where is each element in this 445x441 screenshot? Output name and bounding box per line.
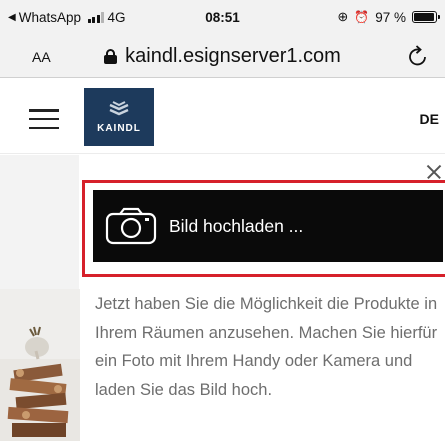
- url-field[interactable]: kaindl.esignserver1.com: [0, 45, 445, 68]
- browser-address-bar: AA kaindl.esignserver1.com: [0, 36, 445, 78]
- logo[interactable]: KAINDL: [84, 88, 154, 146]
- close-icon[interactable]: [425, 164, 441, 180]
- site-header: KAINDL DE: [0, 78, 445, 154]
- upload-description: Jetzt haben Sie die Möglichkeit die Prod…: [95, 295, 438, 399]
- battery-percent: 97 %: [375, 9, 406, 25]
- language-switch[interactable]: DE: [420, 111, 439, 127]
- battery-icon: [412, 11, 440, 23]
- side-panel: [0, 155, 79, 289]
- url-text[interactable]: kaindl.esignserver1.com: [125, 45, 341, 68]
- camera-icon: [105, 207, 157, 245]
- logo-mark-icon: [109, 100, 129, 115]
- room-photo: [0, 289, 80, 441]
- alarm-icon: ⏰: [354, 10, 370, 24]
- reload-icon[interactable]: [407, 44, 429, 68]
- status-right: ⊕ ⏰ 97 %: [337, 9, 440, 25]
- menu-icon[interactable]: [29, 109, 59, 129]
- status-bar: ◀ WhatsApp 4G 08:51 ⊕ ⏰ 97 %: [0, 0, 445, 36]
- upload-image-button[interactable]: Bild hochladen ...: [93, 190, 443, 262]
- logo-text: KAINDL: [97, 122, 141, 134]
- lock-icon: [104, 49, 118, 64]
- battery-fill: [414, 13, 435, 21]
- rotation-lock-icon: ⊕: [337, 9, 349, 24]
- upload-button-label[interactable]: Bild hochladen ...: [169, 216, 303, 237]
